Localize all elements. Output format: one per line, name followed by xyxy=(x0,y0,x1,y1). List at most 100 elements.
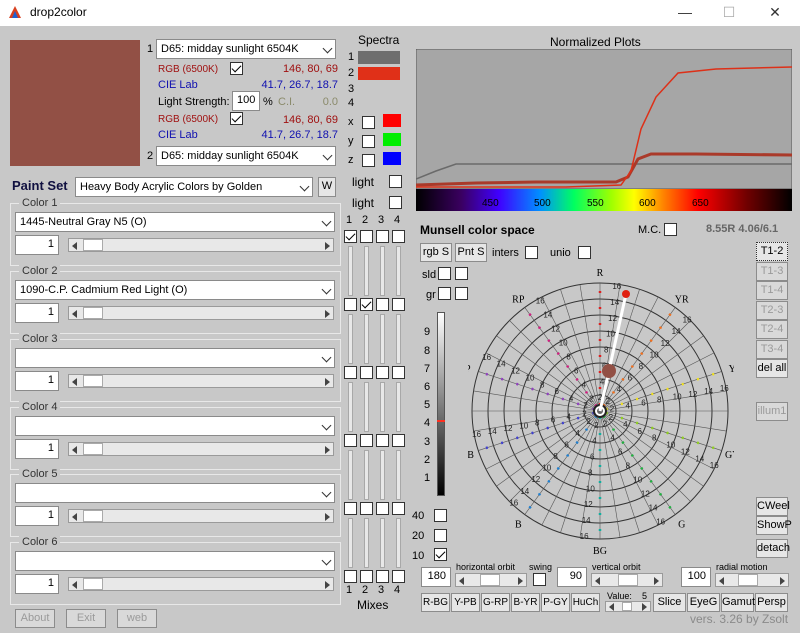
cweel-button[interactable]: CWeel xyxy=(756,497,790,516)
mix-slider[interactable] xyxy=(380,314,385,364)
light-1-checkbox[interactable] xyxy=(389,175,402,188)
plane-button[interactable]: P-GY xyxy=(541,593,570,612)
mix-checkbox[interactable] xyxy=(376,298,389,311)
mix-checkbox[interactable] xyxy=(376,434,389,447)
t-button[interactable]: T1-2 xyxy=(756,242,788,261)
mix-checkbox[interactable] xyxy=(360,298,373,311)
color-5-select[interactable] xyxy=(15,483,335,503)
mix-slider[interactable] xyxy=(396,382,401,432)
mix-checkbox[interactable] xyxy=(344,434,357,447)
mix-checkbox[interactable] xyxy=(360,366,373,379)
mix-slider[interactable] xyxy=(396,518,401,568)
view-button[interactable]: Slice xyxy=(653,593,686,612)
inters-checkbox[interactable] xyxy=(525,246,538,259)
mix-slider[interactable] xyxy=(348,450,353,500)
mix-checkbox[interactable] xyxy=(376,502,389,515)
paint-set-select[interactable]: Heavy Body Acrylic Colors by Golden xyxy=(75,177,313,197)
color-3-qty[interactable]: 1 xyxy=(15,371,59,391)
color-3-slider[interactable] xyxy=(68,374,334,388)
mix-checkbox[interactable] xyxy=(360,570,373,583)
showp-button[interactable]: ShowP xyxy=(756,516,792,535)
radial-motion-slider[interactable] xyxy=(715,573,789,587)
mix-checkbox[interactable] xyxy=(360,502,373,515)
dots-10-checkbox[interactable] xyxy=(434,548,447,561)
mix-slider[interactable] xyxy=(380,246,385,296)
mix-checkbox[interactable] xyxy=(344,366,357,379)
exit-button[interactable]: Exit xyxy=(66,609,106,628)
color-2-slider[interactable] xyxy=(68,306,334,320)
light-strength-input[interactable]: 100 xyxy=(232,91,260,111)
mix-slider[interactable] xyxy=(396,246,401,296)
mix-slider[interactable] xyxy=(396,314,401,364)
mix-checkbox[interactable] xyxy=(376,570,389,583)
mix-checkbox[interactable] xyxy=(392,366,405,379)
plane-button[interactable]: R-BG xyxy=(421,593,450,612)
gr-checkbox-2[interactable] xyxy=(455,287,468,300)
illum1-button[interactable]: illum1 xyxy=(756,402,788,421)
rgb-2-checkbox[interactable] xyxy=(230,112,243,125)
y-checkbox[interactable] xyxy=(362,135,375,148)
color-1-select[interactable]: 1445-Neutral Gray N5 (O) xyxy=(15,212,335,232)
sld-checkbox-2[interactable] xyxy=(455,267,468,280)
light-2-checkbox[interactable] xyxy=(389,196,402,209)
rgb-s-button[interactable]: rgb S xyxy=(420,243,452,262)
gr-checkbox-1[interactable] xyxy=(438,287,451,300)
color-1-slider[interactable] xyxy=(68,238,334,252)
detach-button[interactable]: detach xyxy=(756,539,790,558)
vertical-orbit-slider[interactable] xyxy=(591,573,663,587)
x-checkbox[interactable] xyxy=(362,116,375,129)
t-button[interactable]: del all xyxy=(756,359,788,378)
mix-slider[interactable] xyxy=(380,518,385,568)
view-button[interactable]: Gamut xyxy=(721,593,755,612)
mix-checkbox[interactable] xyxy=(344,298,357,311)
w-button[interactable]: W xyxy=(318,177,336,197)
mix-slider[interactable] xyxy=(396,450,401,500)
radial-motion-input[interactable]: 100 xyxy=(681,567,711,587)
mix-slider[interactable] xyxy=(364,450,369,500)
mix-slider[interactable] xyxy=(348,518,353,568)
mix-checkbox[interactable] xyxy=(392,230,405,243)
mix-slider[interactable] xyxy=(380,450,385,500)
mix-checkbox[interactable] xyxy=(376,366,389,379)
t-button[interactable]: T1-4 xyxy=(756,281,788,300)
color-5-qty[interactable]: 1 xyxy=(15,506,59,526)
mix-checkbox[interactable] xyxy=(376,230,389,243)
view-button[interactable]: EyeG xyxy=(687,593,720,612)
mix-slider[interactable] xyxy=(364,518,369,568)
color-3-select[interactable] xyxy=(15,348,335,368)
unio-checkbox[interactable] xyxy=(578,246,591,259)
horizontal-orbit-slider[interactable] xyxy=(455,573,527,587)
t-button[interactable]: T2-3 xyxy=(756,300,788,320)
mix-checkbox[interactable] xyxy=(392,502,405,515)
color-4-slider[interactable] xyxy=(68,442,334,456)
sld-checkbox-1[interactable] xyxy=(438,267,451,280)
swing-checkbox[interactable] xyxy=(533,573,546,586)
mix-slider[interactable] xyxy=(348,382,353,432)
t-button[interactable]: T2-4 xyxy=(756,320,788,339)
mix-checkbox[interactable] xyxy=(392,434,405,447)
mix-slider[interactable] xyxy=(364,382,369,432)
color-2-select[interactable]: 1090-C.P. Cadmium Red Light (O) xyxy=(15,280,335,300)
rgb-1-checkbox[interactable] xyxy=(230,62,243,75)
mc-checkbox[interactable] xyxy=(664,223,677,236)
horizontal-orbit-input[interactable]: 180 xyxy=(421,567,451,587)
pnt-s-button[interactable]: Pnt S xyxy=(455,243,487,262)
color-6-slider[interactable] xyxy=(68,577,334,591)
color-6-select[interactable] xyxy=(15,551,335,571)
illuminant-2-select[interactable]: D65: midday sunlight 6504K xyxy=(156,146,336,166)
color-2-qty[interactable]: 1 xyxy=(15,303,59,323)
close-icon[interactable]: ✕ xyxy=(764,3,786,21)
dots-40-checkbox[interactable] xyxy=(434,509,447,522)
mix-slider[interactable] xyxy=(348,246,353,296)
mix-checkbox[interactable] xyxy=(360,434,373,447)
t-button[interactable]: T3-4 xyxy=(756,339,788,359)
view-button[interactable]: Persp xyxy=(755,593,788,612)
web-button[interactable]: web xyxy=(117,609,157,628)
value-slider[interactable] xyxy=(605,601,651,612)
maximize-icon[interactable]: ☐ xyxy=(718,3,740,21)
about-button[interactable]: About xyxy=(15,609,55,628)
mix-checkbox[interactable] xyxy=(392,570,405,583)
illuminant-1-select[interactable]: D65: midday sunlight 6504K xyxy=(156,39,336,59)
vertical-orbit-input[interactable]: 90 xyxy=(557,567,587,587)
color-5-slider[interactable] xyxy=(68,509,334,523)
